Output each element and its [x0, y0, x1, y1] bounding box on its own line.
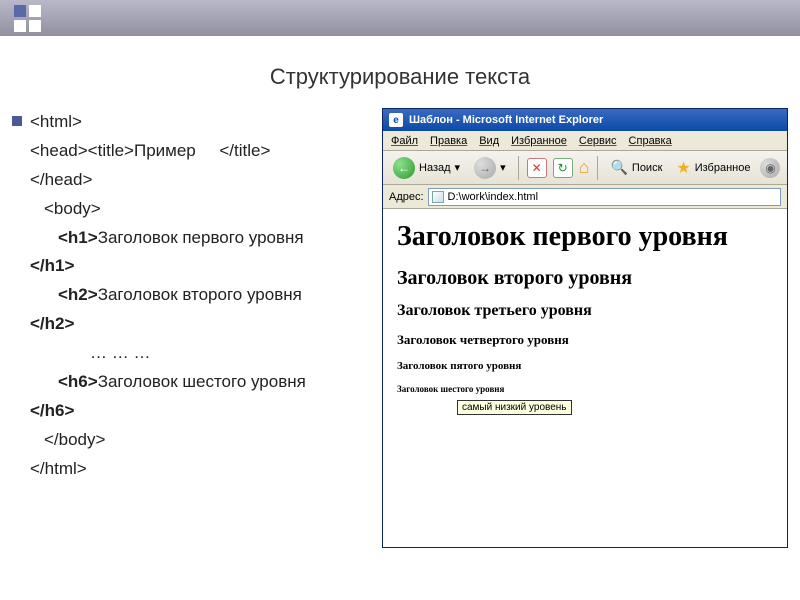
- ie-menubar: Файл Правка Вид Избранное Сервис Справка: [383, 131, 787, 151]
- favorites-label: Избранное: [695, 162, 751, 174]
- rendered-h3: Заголовок третьего уровня: [397, 302, 773, 320]
- code-line: <html>: [30, 108, 372, 137]
- back-button[interactable]: ← Назад ▾: [389, 156, 464, 180]
- forward-button[interactable]: → ▾: [470, 156, 510, 180]
- forward-icon: →: [474, 157, 496, 179]
- corner-squares-icon: [14, 5, 41, 32]
- rendered-h2: Заголовок второго уровня: [397, 267, 773, 290]
- code-line: </h6>: [30, 397, 372, 426]
- code-line: </h2>: [30, 310, 372, 339]
- media-icon[interactable]: ◉: [760, 158, 780, 178]
- search-button[interactable]: 🔍 Поиск: [606, 156, 666, 180]
- code-line: <h6>Заголовок шестого уровня: [30, 368, 372, 397]
- address-value: D:\work\index.html: [448, 191, 538, 203]
- code-line: <h2>Заголовок второго уровня: [30, 281, 372, 310]
- menu-help[interactable]: Справка: [629, 135, 672, 147]
- favorites-button[interactable]: ★ Избранное: [672, 156, 754, 180]
- address-bar: Адрес: D:\work\index.html: [383, 185, 787, 209]
- code-line: … … …: [30, 339, 372, 368]
- slide-top-bar: [0, 0, 800, 36]
- page-icon: [432, 191, 444, 203]
- menu-file[interactable]: Файл: [391, 135, 418, 147]
- code-line: <h1>Заголовок первого уровня: [30, 224, 372, 253]
- star-icon: ★: [676, 158, 690, 178]
- slide-title: Структурирование текста: [0, 64, 800, 90]
- stop-icon[interactable]: ✕: [527, 158, 547, 178]
- search-label: Поиск: [632, 162, 662, 174]
- code-sample: <html> <head><title>Пример </title> </he…: [12, 108, 372, 548]
- chevron-down-icon: ▾: [455, 161, 461, 174]
- refresh-icon[interactable]: ↻: [553, 158, 573, 178]
- search-icon: 🔍: [610, 159, 627, 176]
- rendered-h4: Заголовок четвертого уровня: [397, 332, 773, 348]
- menu-tools[interactable]: Сервис: [579, 135, 617, 147]
- ie-toolbar: ← Назад ▾ → ▾ ✕ ↻ ⌂ 🔍 Поиск ★ Избранное …: [383, 151, 787, 185]
- menu-edit[interactable]: Правка: [430, 135, 467, 147]
- menu-favorites[interactable]: Избранное: [511, 135, 567, 147]
- code-line: <head><title>Пример </title>: [30, 137, 372, 166]
- code-line: <body>: [30, 195, 372, 224]
- separator: [597, 156, 598, 180]
- window-title: Шаблон - Microsoft Internet Explorer: [409, 114, 603, 126]
- rendered-h1: Заголовок первого уровня: [397, 221, 773, 253]
- code-line: </head>: [30, 166, 372, 195]
- back-icon: ←: [393, 157, 415, 179]
- back-label: Назад: [419, 162, 451, 174]
- ie-titlebar: e Шаблон - Microsoft Internet Explorer: [383, 109, 787, 131]
- address-input[interactable]: D:\work\index.html: [428, 188, 781, 206]
- home-icon[interactable]: ⌂: [579, 157, 590, 178]
- address-label: Адрес:: [389, 191, 424, 203]
- rendered-h6: Заголовок шестого уровня: [397, 384, 773, 394]
- rendered-h5: Заголовок пятого уровня: [397, 360, 773, 372]
- menu-view[interactable]: Вид: [479, 135, 499, 147]
- tooltip: самый низкий уровень: [457, 400, 572, 415]
- code-line: </html>: [30, 455, 372, 484]
- bullet-icon: [12, 116, 22, 126]
- ie-viewport: Заголовок первого уровня Заголовок второ…: [383, 209, 787, 547]
- chevron-down-icon: ▾: [500, 161, 506, 174]
- separator: [518, 156, 519, 180]
- ie-window: e Шаблон - Microsoft Internet Explorer Ф…: [382, 108, 788, 548]
- ie-logo-icon: e: [389, 113, 403, 127]
- code-line: </h1>: [30, 252, 372, 281]
- code-line: </body>: [30, 426, 372, 455]
